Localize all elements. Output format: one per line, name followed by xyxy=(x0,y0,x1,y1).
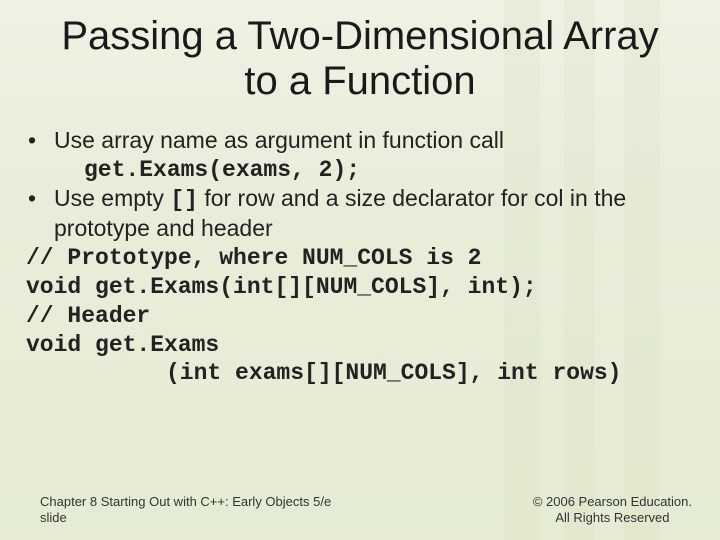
footer-chapter: Chapter 8 Starting Out with C++: Early O… xyxy=(40,494,331,510)
bullet-dot: • xyxy=(26,184,54,242)
code-line-1: // Prototype, where NUM_COLS is 2 xyxy=(26,244,700,273)
bullet-2: • Use empty [] for row and a size declar… xyxy=(26,184,700,242)
bullet-2a: Use empty xyxy=(54,185,170,211)
slide-body: • Use array name as argument in function… xyxy=(20,126,700,389)
code-line-3: // Header xyxy=(26,302,700,331)
code-line-5: (int exams[][NUM_COLS], int rows) xyxy=(26,359,700,388)
bullet-2-code-inline: [] xyxy=(170,187,198,213)
footer-copyright: © 2006 Pearson Education. xyxy=(533,494,692,510)
slide-footer: Chapter 8 Starting Out with C++: Early O… xyxy=(0,494,720,527)
bullet-1-text: Use array name as argument in function c… xyxy=(54,126,700,154)
footer-right: © 2006 Pearson Education. All Rights Res… xyxy=(533,494,692,527)
bullet-1: • Use array name as argument in function… xyxy=(26,126,700,154)
slide-title: Passing a Two-Dimensional Array to a Fun… xyxy=(60,14,660,104)
bullet-2-text: Use empty [] for row and a size declarat… xyxy=(54,184,700,242)
footer-left: Chapter 8 Starting Out with C++: Early O… xyxy=(40,494,331,527)
bullet-dot: • xyxy=(26,126,54,154)
code-line-2: void get.Exams(int[][NUM_COLS], int); xyxy=(26,273,700,302)
footer-rights: All Rights Reserved xyxy=(533,510,692,526)
footer-slide-label: slide xyxy=(40,510,331,526)
code-line-4: void get.Exams xyxy=(26,331,700,360)
bullet-1-code: get.Exams(exams, 2); xyxy=(84,156,700,185)
